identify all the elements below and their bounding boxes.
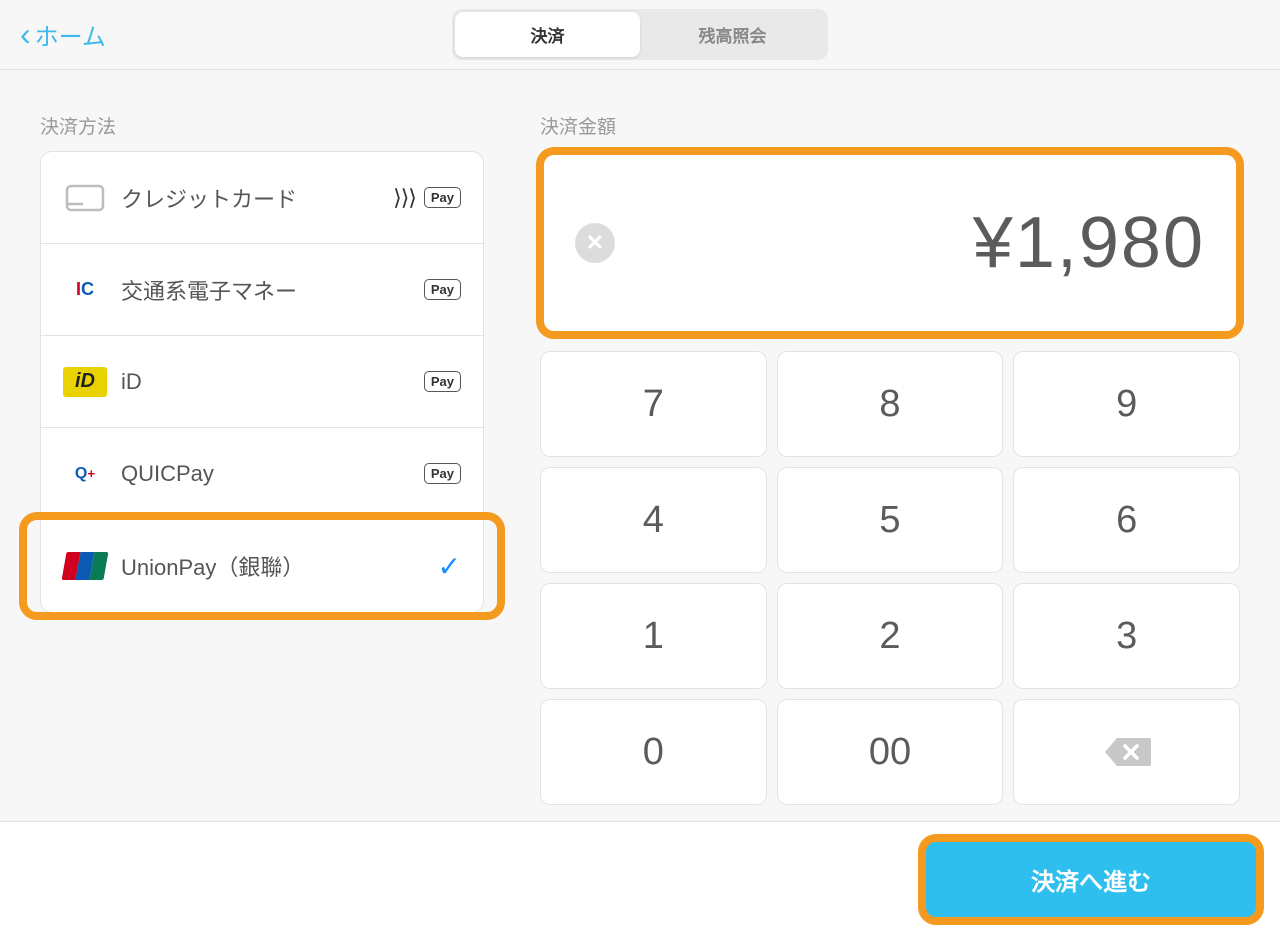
apple-pay-badge: Pay — [424, 279, 461, 300]
key-5[interactable]: 5 — [777, 467, 1004, 573]
key-9[interactable]: 9 — [1013, 351, 1240, 457]
unionpay-icon — [63, 548, 107, 584]
apple-pay-badge: Pay — [424, 463, 461, 484]
key-8[interactable]: 8 — [777, 351, 1004, 457]
pm-item-unionpay[interactable]: UnionPay（銀聯） ✓ — [41, 520, 483, 612]
key-1[interactable]: 1 — [540, 583, 767, 689]
pm-label: QUICPay — [121, 461, 424, 487]
keypad: 7 8 9 4 5 6 1 2 3 0 00 — [540, 351, 1240, 805]
header: ‹ ホーム 決済 残高照会 — [0, 0, 1280, 70]
pm-item-quicpay[interactable]: Q+ QUICPay Pay — [41, 428, 483, 520]
close-icon: ✕ — [586, 230, 604, 256]
pm-label: 交通系電子マネー — [121, 274, 424, 306]
key-7[interactable]: 7 — [540, 351, 767, 457]
payment-method-label: 決済方法 — [40, 112, 484, 139]
pm-label: UnionPay（銀聯） — [121, 550, 438, 582]
credit-card-icon — [63, 180, 107, 216]
payment-method-list: クレジットカード ⟩⟩⟩ Pay IC 交通系電子マネー Pay iD — [40, 151, 484, 613]
pm-item-id[interactable]: iD iD Pay — [41, 336, 483, 428]
key-0[interactable]: 0 — [540, 699, 767, 805]
key-2[interactable]: 2 — [777, 583, 1004, 689]
amount-value: ¥1,980 — [615, 202, 1205, 284]
tab-balance[interactable]: 残高照会 — [640, 12, 825, 57]
pm-item-transit-ic[interactable]: IC 交通系電子マネー Pay — [41, 244, 483, 336]
id-icon: iD — [63, 364, 107, 400]
key-00[interactable]: 00 — [777, 699, 1004, 805]
transit-ic-icon: IC — [63, 272, 107, 308]
back-label: ホーム — [35, 17, 106, 52]
quicpay-icon: Q+ — [63, 456, 107, 492]
contactless-icon: ⟩⟩⟩ — [393, 185, 416, 211]
check-icon: ✓ — [438, 550, 461, 583]
backspace-icon — [1103, 736, 1151, 768]
proceed-payment-button[interactable]: 決済へ進む — [926, 842, 1256, 917]
clear-amount-button[interactable]: ✕ — [575, 223, 615, 263]
footer: 決済へ進む — [0, 821, 1280, 937]
apple-pay-badge: Pay — [424, 371, 461, 392]
segmented-control: 決済 残高照会 — [452, 9, 828, 60]
pm-label: iD — [121, 369, 424, 395]
chevron-left-icon: ‹ — [20, 16, 31, 53]
key-3[interactable]: 3 — [1013, 583, 1240, 689]
apple-pay-badge: Pay — [424, 187, 461, 208]
pm-label: クレジットカード — [121, 182, 393, 214]
key-backspace[interactable] — [1013, 699, 1240, 805]
pm-item-credit-card[interactable]: クレジットカード ⟩⟩⟩ Pay — [41, 152, 483, 244]
key-6[interactable]: 6 — [1013, 467, 1240, 573]
tab-payment[interactable]: 決済 — [455, 12, 640, 57]
back-home-button[interactable]: ‹ ホーム — [20, 16, 106, 53]
payment-amount-label: 決済金額 — [540, 112, 1240, 139]
amount-display: ✕ ¥1,980 — [540, 151, 1240, 335]
key-4[interactable]: 4 — [540, 467, 767, 573]
